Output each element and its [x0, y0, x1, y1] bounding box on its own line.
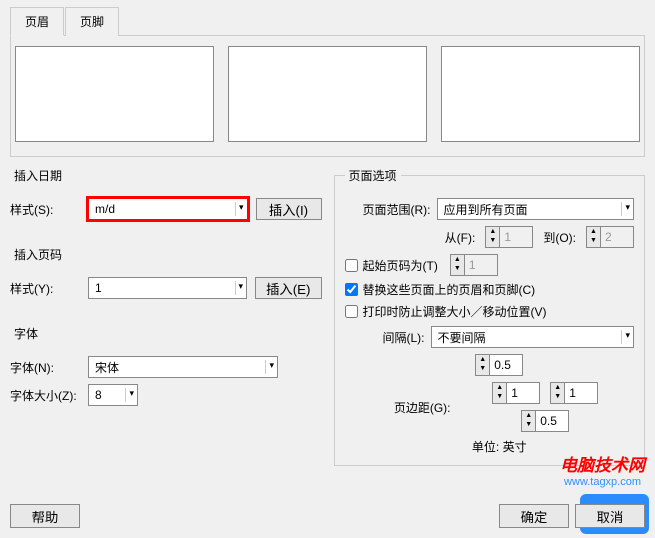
insert-pagenum-group: 插入页码 样式(Y): 1 插入(E)	[10, 246, 322, 315]
margin-c-spinner[interactable]: ▲▼	[521, 410, 569, 432]
insert-pagenum-button[interactable]: 插入(E)	[255, 277, 321, 299]
font-name-combo[interactable]: 宋体	[88, 356, 278, 378]
insert-date-button[interactable]: 插入(I)	[256, 198, 322, 220]
preview-center[interactable]	[228, 46, 427, 142]
page-options-legend: 页面选项	[345, 167, 401, 184]
date-style-label: 样式(S):	[10, 201, 88, 218]
preview-area	[10, 36, 645, 157]
replace-checkbox[interactable]	[345, 283, 358, 296]
insert-pagenum-legend: 插入页码	[10, 246, 66, 263]
page-range-combo[interactable]: 应用到所有页面	[437, 198, 635, 220]
start-page-checkbox[interactable]	[345, 259, 358, 272]
pagenum-style-label: 样式(Y):	[10, 280, 88, 297]
margin-b-spinner[interactable]: ▲▼	[550, 382, 598, 404]
insert-date-legend: 插入日期	[10, 167, 66, 184]
from-spinner: ▲▼	[485, 226, 533, 248]
preview-right[interactable]	[441, 46, 640, 142]
help-button[interactable]: 帮助	[10, 504, 80, 528]
date-style-combo[interactable]: m/d	[88, 198, 248, 220]
prevent-resize-label: 打印时防止调整大小／移动位置(V)	[363, 303, 547, 320]
font-legend: 字体	[10, 325, 42, 342]
gap-combo[interactable]: 不要间隔	[431, 326, 635, 348]
font-group: 字体 字体(N): 宋体 字体大小(Z): 8	[10, 325, 322, 422]
font-size-combo[interactable]: 8	[88, 384, 138, 406]
page-range-label: 页面范围(R):	[345, 201, 437, 218]
to-label: 到(O):	[543, 229, 576, 246]
prevent-resize-checkbox[interactable]	[345, 305, 358, 318]
from-label: 从(F):	[445, 229, 476, 246]
font-name-label: 字体(N):	[10, 359, 88, 376]
insert-date-group: 插入日期 样式(S): m/d 插入(I)	[10, 167, 322, 236]
start-page-spinner: ▲▼	[450, 254, 498, 276]
tab-header[interactable]: 页眉	[10, 7, 64, 36]
page-options-group: 页面选项 页面范围(R): 应用到所有页面 从(F): ▲▼ 到(O): ▲▼	[334, 167, 646, 466]
gap-value-spinner[interactable]: ▲▼	[475, 354, 523, 376]
margin-a-spinner[interactable]: ▲▼	[492, 382, 540, 404]
start-page-label: 起始页码为(T)	[363, 257, 438, 274]
pagenum-style-combo[interactable]: 1	[88, 277, 247, 299]
gap-label: 间隔(L):	[365, 329, 431, 346]
margin-label: 页边距(G):	[365, 399, 457, 416]
to-spinner: ▲▼	[586, 226, 634, 248]
tab-footer[interactable]: 页脚	[65, 7, 119, 36]
ok-button[interactable]: 确定	[499, 504, 569, 528]
cancel-button[interactable]: 取消	[575, 504, 645, 528]
preview-left[interactable]	[15, 46, 214, 142]
replace-label: 替换这些页面上的页眉和页脚(C)	[363, 281, 536, 298]
font-size-label: 字体大小(Z):	[10, 387, 88, 404]
watermark: 电脑技术网 www.tagxp.com	[560, 451, 645, 488]
tabs: 页眉 页脚	[10, 6, 645, 36]
